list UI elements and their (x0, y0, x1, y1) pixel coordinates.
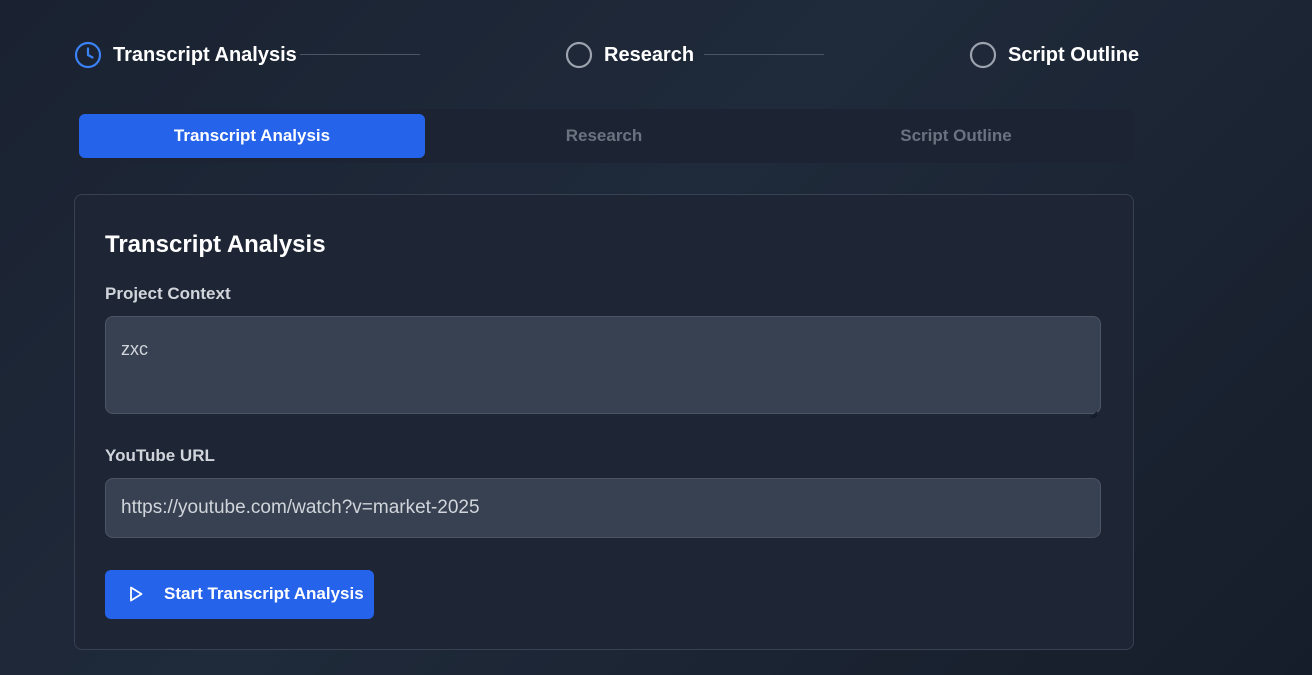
step-script-outline: Script Outline (969, 38, 1139, 72)
youtube-url-label: YouTube URL (105, 446, 215, 465)
tab-bar: Transcript Analysis Research Script Outl… (74, 109, 1134, 163)
progress-stepper: Transcript Analysis Research Script Outl… (74, 38, 1139, 72)
step-research: Research (565, 38, 694, 72)
transcript-analysis-card: Transcript Analysis Project Context zxc … (74, 194, 1134, 650)
project-context-value: zxc (121, 339, 148, 359)
step-connector (704, 54, 824, 55)
clock-icon (74, 41, 102, 69)
tab-script-outline[interactable]: Script Outline (783, 114, 1129, 158)
resize-handle-icon[interactable] (1090, 403, 1098, 419)
tab-transcript-analysis[interactable]: Transcript Analysis (79, 114, 425, 158)
play-icon (127, 585, 145, 603)
step-connector (300, 54, 420, 55)
start-button-label: Start Transcript Analysis (164, 584, 364, 603)
circle-icon (565, 41, 593, 69)
step-label: Transcript Analysis (113, 43, 297, 66)
youtube-url-value: https://youtube.com/watch?v=market-2025 (121, 497, 480, 518)
step-label: Research (604, 43, 695, 66)
card-title: Transcript Analysis (105, 231, 326, 258)
step-transcript-analysis: Transcript Analysis (74, 38, 297, 72)
project-context-textarea[interactable]: zxc (105, 316, 1101, 419)
tab-research[interactable]: Research (431, 114, 777, 158)
youtube-url-input[interactable]: https://youtube.com/watch?v=market-2025 (105, 478, 1101, 538)
start-transcript-analysis-button[interactable]: Start Transcript Analysis (105, 570, 374, 619)
project-context-label: Project Context (105, 284, 231, 303)
step-label: Script Outline (1008, 43, 1140, 66)
circle-icon (969, 41, 997, 69)
